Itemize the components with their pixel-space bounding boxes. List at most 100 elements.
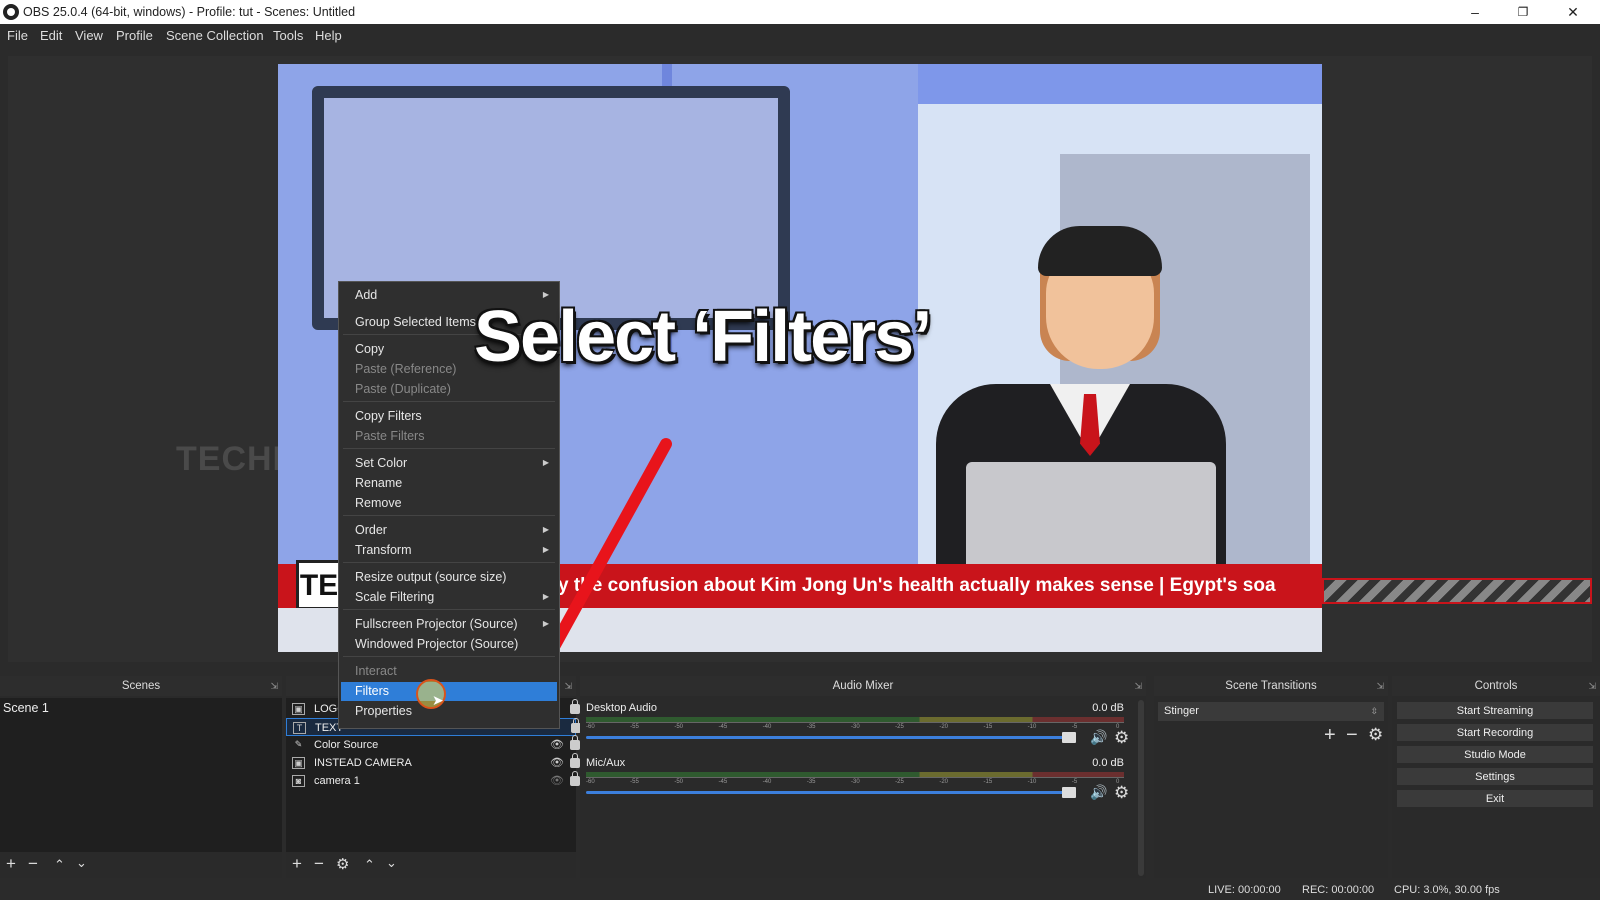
- menu-item-order[interactable]: Order: [355, 523, 387, 537]
- tutorial-caption: Select ‘Filters’: [474, 297, 932, 377]
- lock-icon[interactable]: [570, 771, 580, 786]
- status-bar: LIVE: 00:00:00 REC: 00:00:00 CPU: 3.0%, …: [0, 878, 1600, 900]
- source-item[interactable]: ▣ INSTEAD CAMERA 👁: [286, 753, 580, 772]
- image-icon: ▣: [292, 757, 305, 769]
- menu-item-windowed-projector[interactable]: Windowed Projector (Source): [355, 637, 518, 651]
- meter-tick-label: -60: [586, 724, 595, 730]
- meter-tick-label: -30: [851, 779, 860, 785]
- menu-item-scale-filtering[interactable]: Scale Filtering: [355, 590, 434, 604]
- scenes-toolbar: + − ⌃ ⌄: [0, 854, 282, 876]
- source-item[interactable]: ◙ camera 1 👁: [286, 771, 580, 790]
- meter-ticks: -60 -55 -50 -45 -40 -35 -30 -25 -20 -15 -10 -5 0: [586, 777, 1124, 787]
- source-item[interactable]: ✎ Color Source 👁: [286, 735, 580, 754]
- menu-item-copy-filters[interactable]: Copy Filters: [355, 409, 422, 423]
- audio-mixer-body: Desktop Audio 0.0 dB -60 -55 -50 -45 -40 -35 -…: [580, 698, 1146, 876]
- meter-tick-label: -50: [674, 724, 683, 730]
- meter-tick-label: -50: [674, 779, 683, 785]
- mixer-scrollbar[interactable]: [1138, 700, 1144, 876]
- menu-item-remove[interactable]: Remove: [355, 496, 402, 510]
- scene-transitions-title: Scene Transitions ⇲: [1154, 676, 1388, 696]
- start-streaming-button[interactable]: Start Streaming: [1396, 701, 1594, 720]
- add-source-icon[interactable]: +: [292, 854, 302, 874]
- lock-icon[interactable]: [570, 753, 580, 768]
- menu-item-copy[interactable]: Copy: [355, 342, 384, 356]
- meter-tick-label: -40: [762, 779, 772, 785]
- audio-mixer-dock: Audio Mixer ⇲ Desktop Audio 0.0 dB -60 -55…: [580, 676, 1146, 878]
- meter-tick-label: -20: [939, 779, 948, 785]
- meter-tick-label: -20: [939, 724, 948, 730]
- scenes-dock-title: Scenes ⇲: [0, 676, 282, 696]
- controls-body: Start Streaming Start Recording Studio M…: [1392, 698, 1600, 852]
- menu-item-properties[interactable]: Properties: [355, 704, 412, 718]
- exit-button[interactable]: Exit: [1396, 789, 1594, 808]
- track-name: Mic/Aux: [586, 757, 626, 769]
- lock-icon[interactable]: [570, 735, 580, 750]
- meter-tick-label: -30: [851, 724, 860, 730]
- meter-tick-label: -25: [895, 724, 904, 730]
- scenes-dock: Scenes ⇲ Scene 1 + − ⌃ ⌄: [0, 676, 282, 878]
- meter-tick-label: -45: [718, 724, 728, 730]
- meter-tick-label: -35: [806, 724, 816, 730]
- spin-arrows-icon: ⇳: [1370, 706, 1378, 716]
- move-down-icon[interactable]: ⌄: [76, 855, 87, 871]
- menu-item-transform[interactable]: Transform: [355, 543, 412, 557]
- remove-source-icon[interactable]: −: [314, 854, 324, 874]
- remove-transition-icon[interactable]: −: [1346, 724, 1358, 747]
- sources-toolbar: + − ⚙ ⌃ ⌄: [286, 854, 576, 876]
- menu-item-interact: Interact: [355, 664, 397, 678]
- track-db: 0.0 dB: [1092, 702, 1124, 714]
- source-properties-gear-icon[interactable]: ⚙: [336, 855, 349, 873]
- menu-item-paste-reference: Paste (Reference): [355, 362, 457, 376]
- move-up-icon[interactable]: ⌃: [364, 857, 375, 873]
- meter-tick-label: -10: [1027, 724, 1037, 730]
- speaker-icon[interactable]: 🔊: [1090, 729, 1107, 746]
- menu-item-group-selected[interactable]: Group Selected Items: [355, 315, 476, 329]
- eye-icon[interactable]: 👁: [550, 736, 564, 754]
- add-transition-icon[interactable]: +: [1324, 724, 1336, 747]
- menu-item-add[interactable]: Add: [355, 288, 377, 302]
- gear-icon[interactable]: ⚙: [1114, 728, 1129, 748]
- meter-tick-label: -55: [630, 724, 639, 730]
- controls-dock: Controls ⇲ Start Streaming Start Recordin…: [1392, 676, 1600, 878]
- cpu-usage: CPU: 3.0%, 30.00 fps: [1394, 884, 1500, 896]
- meter-tick-label: -15: [983, 724, 993, 730]
- menu-item-set-color[interactable]: Set Color: [355, 456, 407, 470]
- text-icon: T: [293, 722, 306, 734]
- meter-tick-label: -35: [806, 779, 816, 785]
- meter-tick-label: -5: [1071, 779, 1078, 785]
- settings-button[interactable]: Settings: [1396, 767, 1594, 786]
- menu-item-resize-output[interactable]: Resize output (source size): [355, 570, 506, 584]
- meter-tick-label: -60: [586, 779, 595, 785]
- eye-icon[interactable]: 👁: [550, 754, 564, 772]
- gear-icon[interactable]: ⚙: [1114, 783, 1129, 803]
- audio-mixer-title: Audio Mixer ⇲: [580, 676, 1146, 696]
- transition-gear-icon[interactable]: ⚙: [1368, 725, 1383, 745]
- track-db: 0.0 dB: [1092, 757, 1124, 769]
- eye-hidden-icon[interactable]: 👁: [550, 772, 564, 790]
- menu-item-paste-filters: Paste Filters: [355, 429, 425, 443]
- lock-icon[interactable]: [570, 699, 580, 714]
- camera-icon: ◙: [292, 775, 305, 787]
- meter-tick-label: -45: [718, 779, 728, 785]
- menu-item-rename[interactable]: Rename: [355, 476, 402, 490]
- start-recording-button[interactable]: Start Recording: [1396, 723, 1594, 742]
- remove-scene-icon[interactable]: −: [28, 854, 38, 874]
- scene-item[interactable]: Scene 1: [0, 698, 282, 718]
- menu-item-fullscreen-projector[interactable]: Fullscreen Projector (Source): [355, 617, 518, 631]
- move-up-icon[interactable]: ⌃: [54, 857, 65, 873]
- meter-tick-label: -25: [895, 779, 904, 785]
- menu-item-filters[interactable]: Filters: [355, 684, 389, 698]
- studio-mode-button[interactable]: Studio Mode: [1396, 745, 1594, 764]
- volume-slider[interactable]: [586, 787, 1076, 798]
- move-down-icon[interactable]: ⌄: [386, 855, 397, 871]
- live-time: LIVE: 00:00:00: [1208, 884, 1281, 896]
- volume-slider[interactable]: [586, 732, 1076, 743]
- controls-title: Controls ⇲: [1392, 676, 1600, 696]
- menu-item-paste-duplicate: Paste (Duplicate): [355, 382, 451, 396]
- transition-select[interactable]: Stinger ⇳: [1158, 702, 1384, 721]
- speaker-icon[interactable]: 🔊: [1090, 784, 1107, 801]
- meter-tick-label: -15: [983, 779, 993, 785]
- meter-ticks: -60 -55 -50 -45 -40 -35 -30 -25 -20 -15 -10 -5 0: [586, 722, 1124, 732]
- scene-transitions-dock: Scene Transitions ⇲ Stinger ⇳ + − ⚙: [1154, 676, 1388, 878]
- add-scene-icon[interactable]: +: [6, 854, 16, 874]
